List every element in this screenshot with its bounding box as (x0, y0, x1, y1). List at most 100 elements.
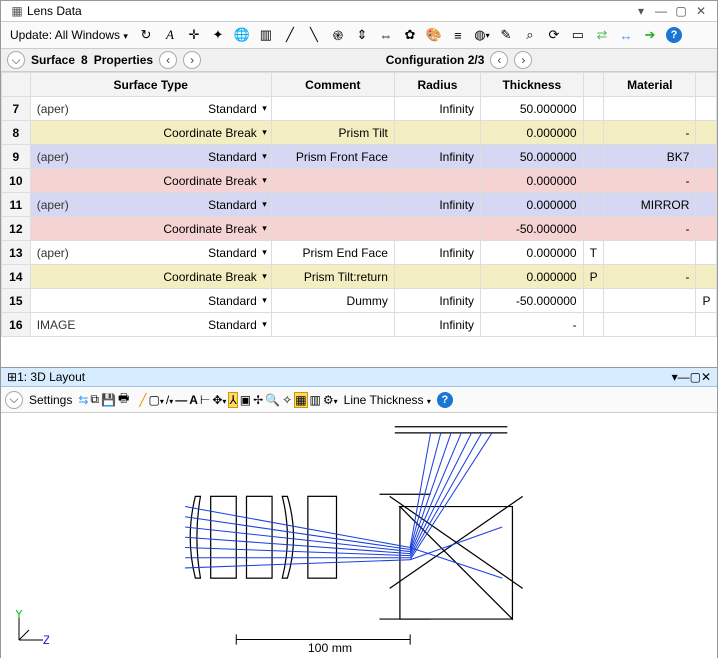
radius-cell[interactable]: Infinity (394, 193, 480, 217)
line-icon[interactable]: ╱ (279, 24, 301, 46)
radius-cell[interactable] (394, 265, 480, 289)
flag-cell[interactable] (583, 121, 604, 145)
gear-icon[interactable]: ⚙▾ (323, 393, 338, 407)
thickness-cell[interactable]: -50.000000 (481, 217, 584, 241)
flag2-cell[interactable] (696, 217, 717, 241)
surface-type-cell[interactable]: (aper)Standard▾ (30, 193, 271, 217)
arrow2-icon[interactable]: ⇕ (351, 24, 373, 46)
pencil-icon[interactable]: ✎ (495, 24, 517, 46)
line-thickness-dropdown[interactable]: Line Thickness ▾ (340, 393, 435, 407)
flag2-cell[interactable] (696, 313, 717, 337)
plus-icon[interactable]: ✦ (207, 24, 229, 46)
flag2-cell[interactable] (696, 241, 717, 265)
palette-icon[interactable]: 🎨 (423, 24, 445, 46)
material-cell[interactable] (604, 289, 696, 313)
print-icon[interactable]: 🖶 (118, 389, 129, 410)
save-icon[interactable]: 💾 (101, 393, 116, 407)
table-row[interactable]: 9(aper)Standard▾Prism Front FaceInfinity… (2, 145, 717, 169)
ring-icon[interactable]: ◍▾ (471, 24, 493, 46)
flag-cell[interactable] (583, 169, 604, 193)
col-header[interactable] (2, 73, 31, 97)
comment-cell[interactable] (271, 193, 394, 217)
row-number[interactable]: 8 (2, 121, 31, 145)
surface-type-cell[interactable]: Coordinate Break▾ (30, 121, 271, 145)
flag-cell[interactable]: T (583, 241, 604, 265)
next-config-button[interactable]: › (514, 51, 532, 69)
col-header[interactable]: Material (604, 73, 696, 97)
flag2-cell[interactable] (696, 97, 717, 121)
surface-type-cell[interactable]: Coordinate Break▾ (30, 169, 271, 193)
flag2-cell[interactable] (696, 145, 717, 169)
layout-help-icon[interactable]: ? (437, 392, 453, 408)
target-icon[interactable]: ✛ (183, 24, 205, 46)
table-row[interactable]: 16IMAGEStandard▾Infinity- (2, 313, 717, 337)
flag2-cell[interactable] (696, 265, 717, 289)
comment-cell[interactable]: Prism Front Face (271, 145, 394, 169)
material-cell[interactable]: - (604, 169, 696, 193)
comment-cell[interactable] (271, 217, 394, 241)
flag-cell[interactable] (583, 97, 604, 121)
radius-cell[interactable]: Infinity (394, 145, 480, 169)
col-header[interactable]: Radius (394, 73, 480, 97)
slash-icon[interactable]: /▾ (166, 393, 173, 407)
go-icon[interactable]: ➔ (639, 24, 661, 46)
comment-cell[interactable] (271, 97, 394, 121)
surface-type-cell[interactable]: Coordinate Break▾ (30, 265, 271, 289)
material-cell[interactable]: - (604, 121, 696, 145)
radius-cell[interactable] (394, 217, 480, 241)
radius-cell[interactable]: Infinity (394, 97, 480, 121)
col-header[interactable]: Surface Type (30, 73, 271, 97)
fit-icon[interactable]: ✢ (253, 393, 263, 407)
thickness-cell[interactable]: 0.000000 (481, 121, 584, 145)
wand2-icon[interactable]: ✧ (282, 393, 292, 407)
page-icon[interactable]: ▭ (567, 24, 589, 46)
cursor-icon[interactable]: ✥▾ (212, 393, 226, 407)
sync-icon[interactable]: ⇆ (78, 393, 88, 407)
table-row[interactable]: 10Coordinate Break▾0.000000- (2, 169, 717, 193)
box3d-icon[interactable]: ▣ (240, 393, 251, 407)
radius-cell[interactable] (394, 121, 480, 145)
material-cell[interactable]: BK7 (604, 145, 696, 169)
repeat-icon[interactable]: ▥ (310, 393, 321, 407)
close-icon[interactable]: ✕ (693, 3, 709, 19)
col-header[interactable] (696, 73, 717, 97)
dropdown-icon[interactable]: ▾ (633, 3, 649, 19)
flag-cell[interactable]: P (583, 265, 604, 289)
globe-icon[interactable]: 🌐 (231, 24, 253, 46)
radius-cell[interactable]: Infinity (394, 313, 480, 337)
line2-icon[interactable]: ╲ (303, 24, 325, 46)
surface-type-cell[interactable]: Coordinate Break▾ (30, 217, 271, 241)
comment-cell[interactable] (271, 169, 394, 193)
thickness-cell[interactable]: 50.000000 (481, 145, 584, 169)
comment-cell[interactable]: Dummy (271, 289, 394, 313)
maximize-icon[interactable]: ▢ (673, 3, 689, 19)
surface-type-cell[interactable]: (aper)Standard▾ (30, 145, 271, 169)
table-row[interactable]: 8Coordinate Break▾Prism Tilt0.000000- (2, 121, 717, 145)
col-header[interactable]: Comment (271, 73, 394, 97)
surface-type-cell[interactable]: (aper)Standard▾ (30, 241, 271, 265)
comment-cell[interactable] (271, 313, 394, 337)
wrench-icon[interactable]: ֎ (327, 24, 349, 46)
material-cell[interactable]: - (604, 265, 696, 289)
axis3d-icon[interactable]: ⅄ (228, 392, 237, 408)
flag-cell[interactable] (583, 193, 604, 217)
table-row[interactable]: 14Coordinate Break▾Prism Tilt:return0.00… (2, 265, 717, 289)
row-number[interactable]: 12 (2, 217, 31, 241)
layout-minimize-icon[interactable]: — (678, 370, 690, 384)
material-cell[interactable]: - (604, 217, 696, 241)
row-number[interactable]: 14 (2, 265, 31, 289)
material-cell[interactable] (604, 97, 696, 121)
radius-cell[interactable]: Infinity (394, 241, 480, 265)
flag2-cell[interactable] (696, 193, 717, 217)
flag2-cell[interactable] (696, 169, 717, 193)
update-dropdown[interactable]: Update: All Windows ▾ (5, 25, 133, 45)
thickness-cell[interactable]: -50.000000 (481, 289, 584, 313)
text-a-icon[interactable]: A (189, 393, 198, 407)
flag-cell[interactable] (583, 289, 604, 313)
surface-type-cell[interactable]: (aper)Standard▾ (30, 97, 271, 121)
draw-line-icon[interactable]: ╱ (139, 393, 146, 407)
table-row[interactable]: 12Coordinate Break▾ -50.000000- (2, 217, 717, 241)
comment-cell[interactable]: Prism End Face (271, 241, 394, 265)
thickness-cell[interactable]: 50.000000 (481, 97, 584, 121)
row-number[interactable]: 16 (2, 313, 31, 337)
